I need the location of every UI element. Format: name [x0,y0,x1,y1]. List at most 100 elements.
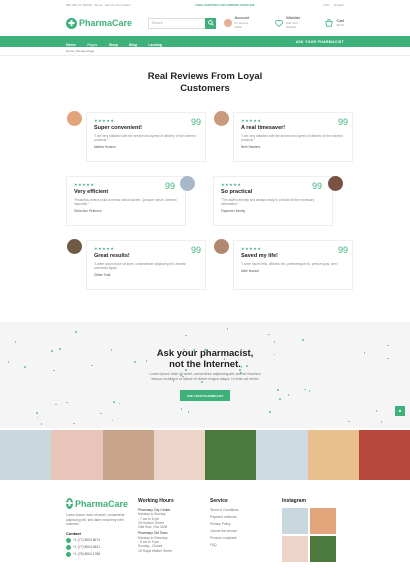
cart-icon [325,19,334,27]
gallery-image[interactable] [153,430,205,480]
rating-stars: ★★★★★ [94,118,115,123]
top-phone[interactable]: 888 345 78 798799 [66,3,92,7]
top-bar-left: 888 345 78 798799 · About · Service Info… [66,3,131,7]
quote-icon: 99 [337,117,348,127]
instagram-thumb[interactable] [282,536,308,562]
footer-hours-title: Working Hours [138,498,174,504]
contact-phone[interactable]: +1 (78) 8004 1788 [66,551,128,557]
account-name: Dr. Emma Rollin [234,20,248,30]
heart-icon [275,19,283,27]
review-text: "Lorem ipsum dolor sit amet, consectetue… [94,262,187,271]
search-input[interactable]: Search [149,21,205,25]
reviewer-avatar [67,239,82,254]
gallery-image[interactable] [0,430,52,480]
decorative-dot [277,389,279,391]
footer-about-text: Lorem ipsum dolor sit amet, consectetur … [66,513,125,527]
account-avatar [224,19,232,27]
top-bar-right: USD English [319,3,344,7]
top-link-service[interactable]: Service Information [105,3,131,7]
gallery-image[interactable] [256,430,308,480]
footer: ✚ PharmaCare Lorem ipsum dolor sit amet,… [0,490,410,580]
service-link[interactable]: FAQ [210,542,270,549]
rating-stars: ★★★★★ [241,118,262,123]
instagram-thumb[interactable] [282,508,308,534]
decorative-dot [75,330,78,333]
decorative-dot [380,421,383,423]
service-link[interactable]: Cancel the service [210,528,270,535]
decorative-dot [302,338,304,341]
search-icon [207,20,214,26]
cart-total: $0.00 [336,23,344,27]
rating-stars: ★★★★★ [74,182,95,187]
quote-icon: 99 [190,117,201,127]
nav-blog[interactable]: Blog [129,43,137,47]
nav-landing[interactable]: Landing [148,43,162,47]
review-author: Alice Nuezal [241,269,259,274]
scroll-top-button[interactable]: ▲ [395,406,405,416]
decorative-dot [201,380,203,383]
logo-cross-icon: ✚ [66,17,77,29]
gallery-image[interactable] [307,430,359,480]
review-title: Great results! [94,253,130,259]
service-link[interactable]: Product complaint [210,535,270,542]
hours-line: Villa Ruiz, Gra 3408 [138,525,168,530]
phone-icon [66,551,71,557]
cart-menu[interactable]: Cart $0.00 [325,18,344,28]
decorative-dot [279,398,281,400]
language-select[interactable]: English [334,3,344,7]
review-author: Gillian Tolat [94,273,111,278]
quote-icon: 99 [311,181,322,191]
reviewer-avatar [180,176,195,191]
contact-phone[interactable]: +1 (77) 8004 5674 [66,537,128,543]
top-link-about[interactable]: About [94,3,102,7]
decorative-dot [180,408,183,410]
instagram-thumb[interactable] [310,536,336,562]
decorative-dot [308,389,311,392]
decorative-dot [269,411,271,413]
logo[interactable]: ✚ PharmaCare [66,17,148,29]
reviews-title-line1: Real Reviews From Loyal [147,71,263,82]
footer-service-title: Service [210,498,228,504]
page: 888 345 78 798799 · About · Service Info… [0,0,410,580]
nav-pages[interactable]: Pages [87,43,97,47]
promo-banner: FREE SHIPPING FOR ORDERS OVER $39 [195,3,255,7]
gallery-image[interactable] [205,430,257,480]
footer-contact-title: Contact [66,530,81,536]
review-title: Saved my life! [241,253,278,259]
gallery-image[interactable] [102,430,154,480]
review-title: Super convenient! [94,125,142,131]
breadcrumb: Home / Review Page [0,47,410,56]
footer-logo[interactable]: ✚ PharmaCare [66,498,128,509]
service-link[interactable]: Terms & Conditions [210,507,270,514]
gallery-image[interactable] [358,430,410,480]
service-link[interactable]: Privacy Policy [210,521,270,528]
ask-description: Lorem ipsum dolor sit amet, consectetur … [0,372,410,381]
ask-pharmacist-button[interactable]: ASK YOUR PHARMACIST [180,390,230,401]
currency-select[interactable]: USD [323,3,329,7]
chevron-up-icon: ▲ [397,408,403,414]
nav-home[interactable]: Home [66,43,76,47]
review-text: "I am very satisfied with the service an… [241,134,343,143]
contact-phone-text: +1 (78) 8004 1788 [73,552,101,557]
gallery-image[interactable] [51,430,103,480]
review-card: ★★★★★ A real timesaver! "I am very satis… [233,112,353,162]
review-text: "Lorem ipsum felis, ultricies nec, pelle… [241,262,339,266]
header: ✚ PharmaCare Search Account Dr. Emma Rol… [0,10,410,36]
footer-instagram-title: Instagram [282,498,306,504]
review-card: ★★★★★ So practical "The staff is friendl… [213,176,333,226]
service-link[interactable]: Payment methods [210,514,270,521]
instagram-thumb[interactable] [310,508,336,534]
logo-text: PharmaCare [79,18,133,28]
account-menu[interactable]: Account Dr. Emma Rollin [224,16,255,30]
wishlist-menu[interactable]: Wishlist Edit Your Wishlist [275,16,307,30]
review-author: Fayanne Holmby [221,209,246,214]
rating-stars: ★★★★★ [221,182,242,187]
logo-cross-icon: ✚ [66,498,73,509]
decorative-dot [267,333,270,336]
review-card: ★★★★★ Saved my life! "Lorem ipsum felis,… [233,240,353,290]
nav-ask-pharmacist[interactable]: ASK YOUR PHARMACIST [296,40,344,44]
footer-hours: Working Hours Pharmacy City Center Monda… [138,498,198,553]
nav-shop[interactable]: Shop [109,43,118,47]
contact-phone[interactable]: +1 (77) 8004 4521 [66,544,128,550]
search-button[interactable] [205,17,216,29]
